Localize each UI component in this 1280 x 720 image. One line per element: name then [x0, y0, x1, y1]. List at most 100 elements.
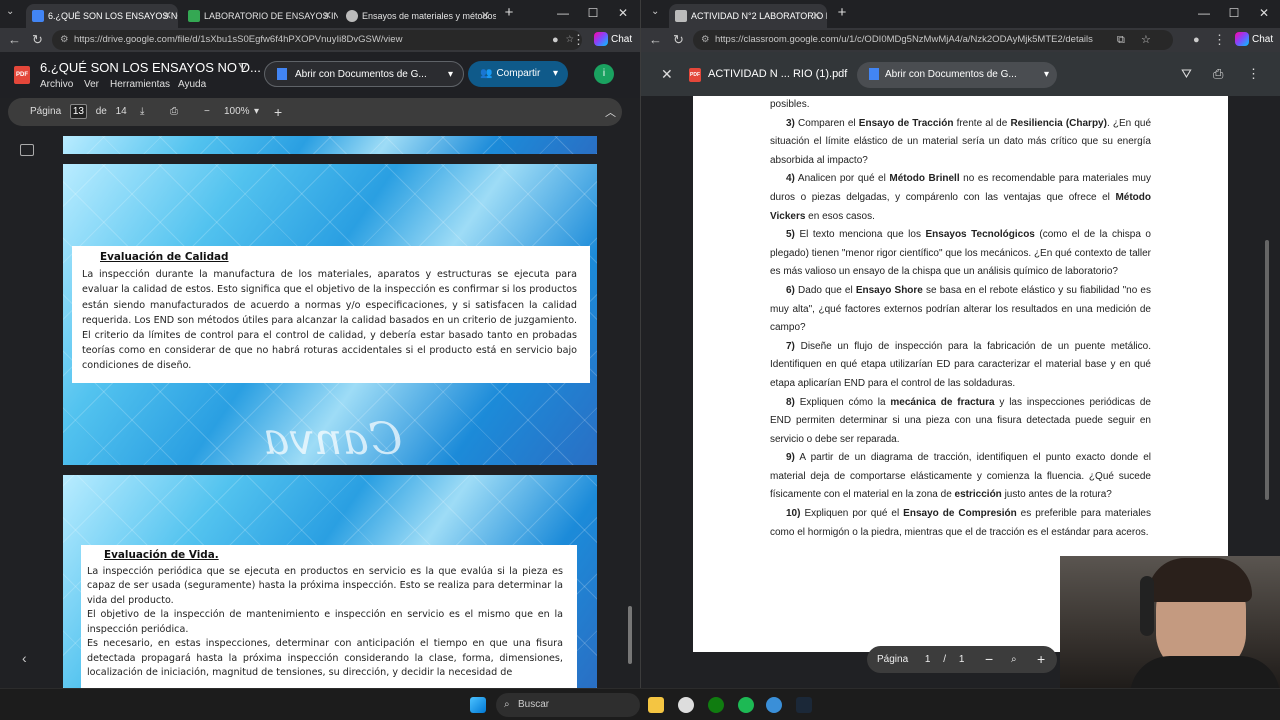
close-icon[interactable]: ✕ — [481, 4, 490, 28]
more-options-icon[interactable]: ⋮ — [1247, 66, 1260, 82]
open-with-label: Abrir con Documentos de G... — [885, 69, 1017, 80]
page-label: Página — [30, 106, 62, 117]
new-tab-button[interactable]: + — [494, 2, 524, 24]
site-info-icon: ⚙ — [60, 34, 69, 45]
question-item: 7) Diseñe un flujo de inspección para la… — [770, 338, 1151, 394]
search-label: Buscar — [518, 699, 550, 710]
add-to-drive-icon[interactable]: ⛛ — [1181, 66, 1192, 82]
tab-laboratorio[interactable]: LABORATORIO DE ENSAYOS INDU✕ — [182, 4, 338, 28]
shirt — [1130, 656, 1280, 690]
menu-ver[interactable]: Ver — [84, 79, 99, 90]
drive-add-icon[interactable]: ⛛ — [238, 60, 248, 75]
zoom-in-button[interactable]: + — [1037, 646, 1045, 673]
xbox-icon[interactable] — [708, 697, 724, 713]
chevron-down-icon[interactable]: ▾ — [553, 61, 558, 87]
menu-kebab-icon[interactable]: ⋮ — [572, 30, 585, 50]
share-button[interactable]: 👥 Compartir ▾ — [468, 61, 568, 87]
tab-search-icon[interactable]: ⌄ — [651, 6, 659, 17]
back-icon[interactable]: ← — [8, 30, 21, 50]
print-icon[interactable]: ⎙ — [1213, 66, 1223, 82]
chat-button[interactable]: Chat — [1235, 31, 1273, 49]
download-icon[interactable]: ⤓ — [140, 98, 144, 126]
minimize-button[interactable]: — — [1189, 2, 1219, 24]
slide-evaluacion-vida: Evaluación de Vida. La inspección periód… — [63, 475, 597, 688]
search-box[interactable]: ⌕ Buscar — [496, 693, 640, 717]
zoom-level[interactable]: 100% — [224, 98, 250, 126]
zoom-icon[interactable]: ⌕ — [1011, 646, 1017, 673]
windows-start-icon[interactable] — [470, 697, 486, 713]
tab-ensayos-materiales[interactable]: Ensayos de materiales y métodos ✕ — [340, 4, 496, 28]
bookmark-star-icon[interactable]: ☆ — [1141, 30, 1151, 50]
url-text: https://drive.google.com/file/d/1sXbu1sS… — [74, 34, 403, 45]
open-with-button[interactable]: Abrir con Documentos de G... ▾ — [857, 62, 1057, 88]
page-controls: Página 1 / 1 − ⌕ + — [867, 646, 1057, 673]
reload-icon[interactable]: ↻ — [673, 30, 684, 50]
bold-term: Ensayos Tecnológicos — [925, 229, 1035, 241]
page-number-input[interactable]: 1 — [925, 654, 931, 665]
menu-kebab-icon[interactable]: ⋮ — [1213, 30, 1226, 50]
tab-label: LABORATORIO DE ENSAYOS INDU — [204, 11, 338, 21]
bold-term: estricción — [954, 489, 1002, 501]
url-input[interactable]: ⚙ https://drive.google.com/file/d/1sXbu1s… — [52, 30, 582, 50]
chevron-up-icon[interactable]: ︿ — [605, 104, 616, 120]
document-title[interactable]: 6.¿QUÉ SON LOS ENSAYOS NO D... — [40, 60, 261, 75]
back-icon[interactable]: ← — [649, 30, 662, 50]
close-icon[interactable]: ✕ — [323, 4, 332, 28]
question-text: El texto menciona que los — [799, 229, 926, 241]
close-preview-icon[interactable]: ✕ — [661, 66, 673, 83]
profile-icon[interactable]: ● — [1193, 30, 1200, 50]
steam-icon[interactable] — [796, 697, 812, 713]
close-window-button[interactable]: ✕ — [608, 2, 638, 24]
bold-term: Ensayo de Compresión — [903, 508, 1017, 520]
zoom-out-button[interactable]: − — [985, 646, 993, 673]
edge-icon[interactable] — [766, 697, 782, 713]
zoom-out-button[interactable]: − — [204, 98, 210, 126]
site-icon — [346, 10, 358, 22]
docs-icon — [277, 68, 287, 81]
question-item: 8) Expliquen cómo la mecánica de fractur… — [770, 394, 1151, 450]
bold-term: Ensayo Shore — [855, 284, 923, 296]
chevron-down-icon[interactable]: ▾ — [448, 62, 453, 88]
menu-archivo[interactable]: Archivo — [40, 79, 73, 90]
page-number-input[interactable]: 13 — [69, 103, 87, 119]
bold-term: mecánica de fractura — [890, 396, 995, 408]
chat-button[interactable]: Chat — [594, 31, 632, 49]
zoom-in-button[interactable]: + — [274, 98, 282, 126]
pdf-icon: PDF — [14, 66, 30, 84]
print-icon[interactable]: ⎙ — [170, 98, 178, 126]
text-card: Evaluación de Calidad La inspección dura… — [72, 246, 590, 383]
scrollbar[interactable] — [628, 606, 632, 664]
image-icon[interactable] — [20, 144, 34, 156]
menu-herramientas[interactable]: Herramientas — [110, 79, 170, 90]
close-window-button[interactable]: ✕ — [1249, 2, 1279, 24]
maximize-button[interactable]: ☐ — [578, 2, 608, 24]
open-with-button[interactable]: Abrir con Documentos de G... ▾ — [264, 61, 464, 87]
tab-actividad-laboratorio[interactable]: ACTIVIDAD N°2 LABORATORIO DE ✕ — [669, 4, 827, 28]
scrollbar[interactable] — [1265, 240, 1269, 500]
menu-ayuda[interactable]: Ayuda — [178, 79, 206, 90]
maximize-button[interactable]: ☐ — [1219, 2, 1249, 24]
reload-icon[interactable]: ↻ — [32, 30, 43, 50]
slide-paragraph: La inspección periódica que se ejecuta e… — [87, 565, 563, 606]
chevron-down-icon[interactable]: ▾ — [254, 98, 259, 126]
close-icon[interactable]: ✕ — [163, 4, 172, 28]
chevron-left-icon[interactable]: ‹ — [22, 650, 27, 666]
text-card: Evaluación de Vida. La inspección periód… — [81, 545, 577, 688]
minimize-button[interactable]: — — [548, 2, 578, 24]
url-input[interactable]: ⚙ https://classroom.google.com/u/1/c/ODI0… — [693, 30, 1173, 50]
new-tab-button[interactable]: + — [827, 2, 857, 24]
profile-icon[interactable]: ● — [552, 30, 559, 50]
question-text: justo antes de la rotura? — [1001, 489, 1112, 501]
tab-search-icon[interactable]: ⌄ — [6, 6, 14, 17]
file-explorer-icon[interactable] — [648, 697, 664, 713]
chrome-icon[interactable] — [678, 697, 694, 713]
address-bar-row: ← ↻ ⚙ https://drive.google.com/file/d/1sX… — [0, 28, 640, 52]
question-text: Analicen por qué el — [797, 173, 890, 185]
close-icon[interactable]: ✕ — [812, 4, 821, 28]
avatar[interactable]: i — [594, 64, 614, 84]
install-icon[interactable]: ⧉ — [1117, 30, 1125, 50]
question-number: 3) — [786, 117, 795, 129]
spotify-icon[interactable] — [738, 697, 754, 713]
tab-ensayos-no-destructivos[interactable]: 6.¿QUÉ SON LOS ENSAYOS NO D✕ — [26, 4, 178, 28]
chevron-down-icon[interactable]: ▾ — [1044, 62, 1049, 88]
